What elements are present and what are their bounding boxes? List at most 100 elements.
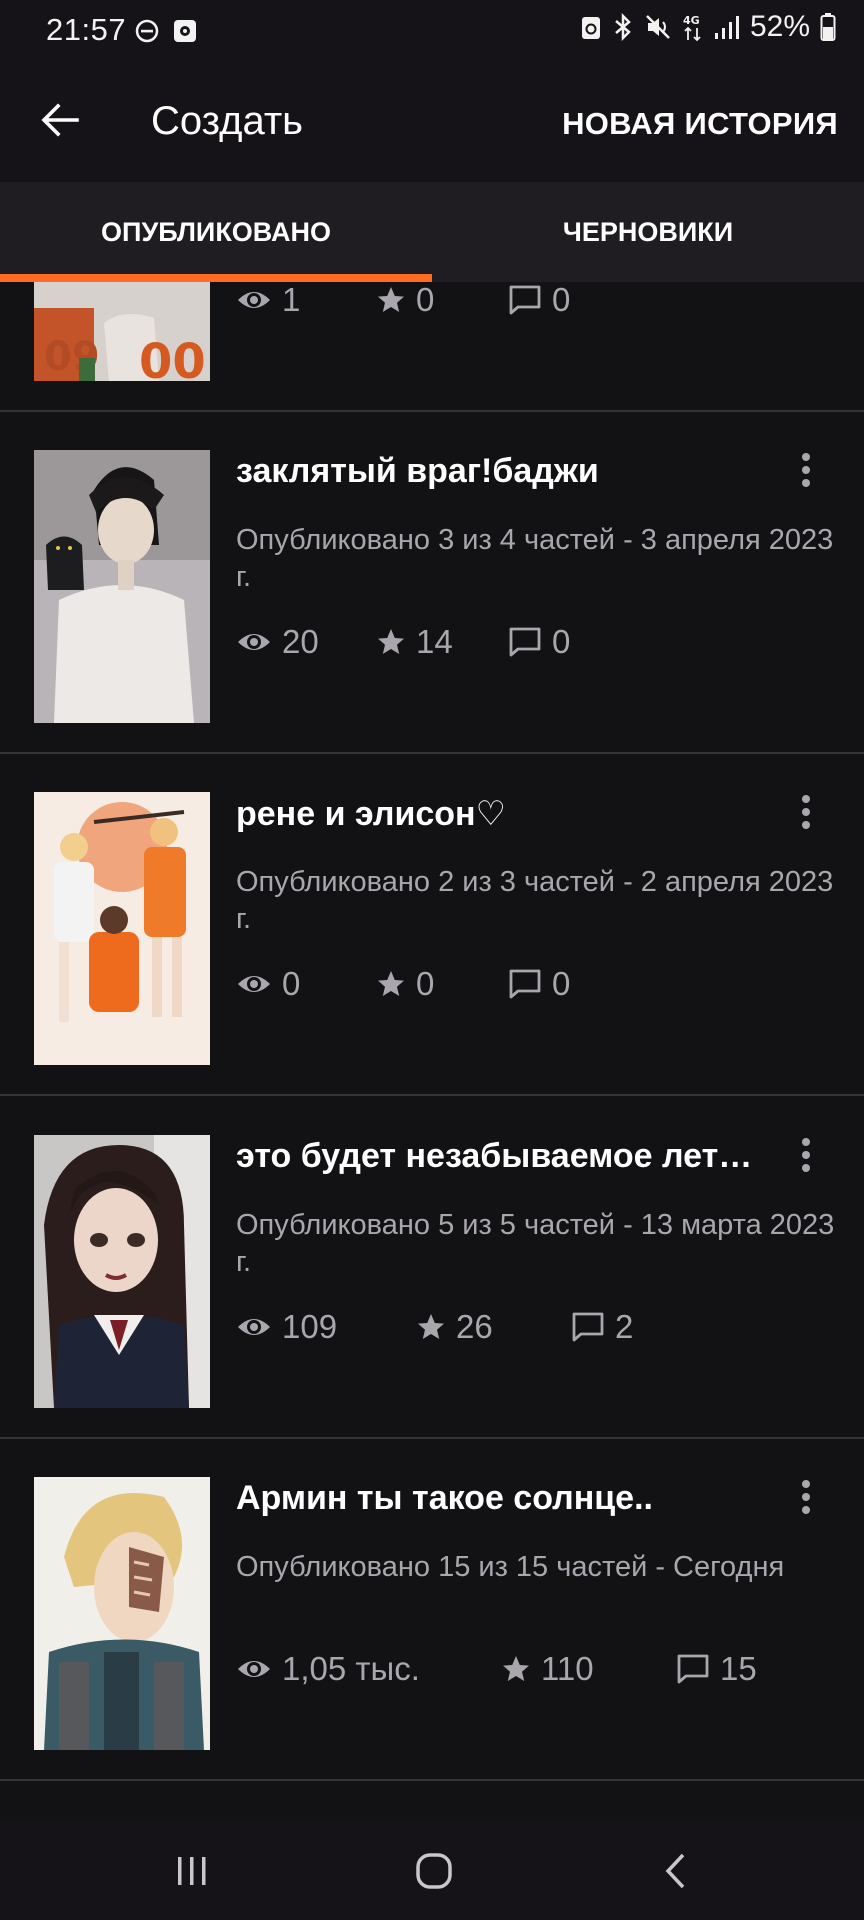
views-count: 1 bbox=[282, 282, 301, 318]
tab-drafts[interactable]: ЧЕРНОВИКИ bbox=[432, 182, 864, 282]
story-meta: Опубликовано 2 из 3 частей - 2 апреля 20… bbox=[236, 866, 834, 935]
more-vertical-icon bbox=[802, 795, 810, 829]
comments-count: 0 bbox=[552, 282, 571, 318]
story-list[interactable]: 09 00 1 0 0 заклятый враг!баджи Опублико… bbox=[0, 282, 864, 1819]
story-cover[interactable] bbox=[34, 792, 210, 1065]
story-stats: 0 0 0 bbox=[236, 959, 570, 1009]
stat-views: 1 bbox=[236, 282, 376, 319]
status-left-icons bbox=[134, 18, 198, 44]
tab-bar: ОПУБЛИКОВАНО ЧЕРНОВИКИ bbox=[0, 182, 864, 282]
star-icon bbox=[378, 287, 404, 312]
page-title: Создать bbox=[151, 99, 304, 143]
status-time: 21:57 bbox=[46, 12, 127, 47]
comments-count: 0 bbox=[552, 623, 571, 660]
story-stats: 109 26 2 bbox=[236, 1302, 633, 1352]
more-vertical-icon bbox=[802, 1138, 810, 1172]
views-count: 1,05 тыс. bbox=[282, 1650, 420, 1687]
story-title[interactable]: Армин ты такое солнце.. bbox=[236, 1479, 771, 1518]
eye-icon bbox=[238, 976, 270, 992]
comment-icon bbox=[509, 969, 541, 999]
story-cover[interactable] bbox=[34, 1477, 210, 1750]
story-item[interactable]: заклятый враг!баджи Опубликовано 3 из 4 … bbox=[0, 412, 864, 754]
status-right-icons: 4G 52% bbox=[580, 10, 836, 44]
mute-icon bbox=[646, 15, 670, 39]
more-options-button[interactable] bbox=[786, 440, 826, 500]
comment-icon bbox=[572, 1312, 604, 1342]
eye-icon bbox=[238, 634, 270, 650]
divider bbox=[0, 1094, 864, 1096]
stat-votes: 110 bbox=[501, 1650, 676, 1688]
recycle-icon bbox=[581, 17, 600, 39]
stat-views: 20 bbox=[236, 623, 376, 661]
stat-views: 109 bbox=[236, 1308, 416, 1346]
signal-icon bbox=[714, 16, 739, 39]
nav-back-button[interactable] bbox=[646, 1841, 706, 1901]
comment-icon bbox=[509, 285, 541, 315]
story-cover[interactable] bbox=[34, 1135, 210, 1408]
eye-icon bbox=[238, 1661, 270, 1677]
more-vertical-icon bbox=[802, 453, 810, 487]
recents-icon bbox=[178, 1857, 206, 1885]
more-options-button[interactable] bbox=[786, 1125, 826, 1185]
comments-count: 15 bbox=[720, 1650, 757, 1687]
votes-count: 14 bbox=[416, 623, 453, 660]
views-count: 0 bbox=[282, 965, 301, 1002]
votes-count: 0 bbox=[416, 282, 435, 318]
views-count: 20 bbox=[282, 623, 319, 660]
star-icon bbox=[418, 1314, 444, 1339]
stat-votes: 14 bbox=[376, 623, 508, 661]
stat-views: 1,05 тыс. bbox=[236, 1650, 501, 1688]
story-meta: Опубликовано 3 из 4 частей - 3 апреля 20… bbox=[236, 524, 834, 593]
new-story-button[interactable]: НОВАЯ ИСТОРИЯ bbox=[562, 106, 838, 142]
star-icon bbox=[378, 971, 404, 996]
status-bar: 21:57 4G 52% bbox=[0, 0, 864, 64]
divider bbox=[0, 1779, 864, 1781]
bluetooth-icon bbox=[615, 12, 631, 42]
story-meta: Опубликовано 15 из 15 частей - Сегодня bbox=[236, 1551, 785, 1583]
more-options-button[interactable] bbox=[786, 782, 826, 842]
app-bar: Создать НОВАЯ ИСТОРИЯ bbox=[0, 64, 864, 182]
battery-icon bbox=[820, 13, 836, 41]
svg-text:00: 00 bbox=[139, 334, 206, 381]
stat-votes: 0 bbox=[376, 282, 508, 319]
story-cover[interactable] bbox=[34, 450, 210, 723]
recents-button[interactable] bbox=[162, 1841, 222, 1901]
back-button[interactable] bbox=[32, 92, 88, 148]
story-stats: 20 14 0 bbox=[236, 617, 570, 667]
story-item[interactable]: рене и элисон♡ Опубликовано 2 из 3 часте… bbox=[0, 754, 864, 1096]
stat-comments: 0 bbox=[508, 965, 570, 1003]
story-stats: 1 0 0 bbox=[236, 282, 570, 325]
story-cover[interactable]: 09 00 bbox=[34, 282, 210, 381]
story-title[interactable]: это будет незабываемое лет… bbox=[236, 1137, 771, 1176]
do-not-disturb-icon bbox=[135, 19, 159, 43]
eye-icon bbox=[238, 292, 270, 308]
stat-views: 0 bbox=[236, 965, 376, 1003]
svg-text:4G: 4G bbox=[683, 14, 700, 27]
active-tab-indicator bbox=[0, 274, 432, 282]
more-options-button[interactable] bbox=[786, 1467, 826, 1527]
stat-comments: 0 bbox=[508, 623, 570, 661]
comments-count: 0 bbox=[552, 965, 571, 1002]
story-title[interactable]: заклятый враг!баджи bbox=[236, 452, 771, 491]
story-item[interactable]: Армин ты такое солнце.. Опубликовано 15 … bbox=[0, 1439, 864, 1781]
votes-count: 110 bbox=[541, 1650, 594, 1687]
story-title[interactable]: рене и элисон♡ bbox=[236, 794, 771, 834]
story-item[interactable]: 09 00 1 0 0 bbox=[0, 282, 864, 412]
stat-comments: 2 bbox=[571, 1308, 633, 1346]
tab-published[interactable]: ОПУБЛИКОВАНО bbox=[0, 182, 432, 282]
stat-comments: 0 bbox=[508, 282, 570, 319]
home-button[interactable] bbox=[404, 1841, 464, 1901]
comments-count: 2 bbox=[615, 1308, 634, 1345]
stat-votes: 0 bbox=[376, 965, 508, 1003]
comment-icon bbox=[509, 627, 541, 657]
arrow-left-icon bbox=[41, 103, 79, 137]
star-icon bbox=[503, 1656, 529, 1681]
votes-count: 26 bbox=[456, 1308, 493, 1345]
battery-percent: 52% bbox=[749, 10, 810, 43]
stat-comments: 15 bbox=[676, 1650, 757, 1688]
story-item[interactable]: это будет незабываемое лет… Опубликовано… bbox=[0, 1097, 864, 1439]
eye-icon bbox=[238, 1319, 270, 1335]
comment-icon bbox=[677, 1654, 709, 1684]
views-count: 109 bbox=[282, 1308, 338, 1345]
4g-icon: 4G bbox=[683, 14, 701, 42]
